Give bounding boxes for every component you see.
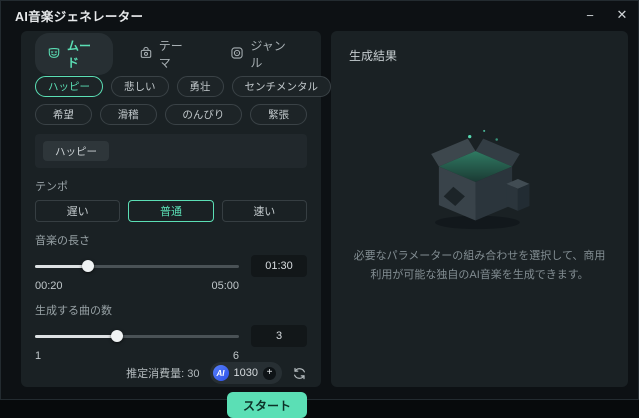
mood-chip-comical[interactable]: 滑稽 bbox=[100, 104, 157, 125]
empty-state-text: 必要なパラメーターの組み合わせを選択して、商用 利用が可能な独自のAI音楽を生成… bbox=[346, 247, 613, 286]
theme-bag-icon bbox=[139, 46, 153, 63]
category-tabs: ムード テーマ bbox=[35, 41, 307, 67]
music-length-value[interactable]: 01:30 bbox=[251, 255, 307, 277]
tempo-fast-button[interactable]: 速い bbox=[222, 200, 307, 222]
window-title: AI音楽ジェネレーター bbox=[15, 6, 143, 25]
mood-chip-relaxed[interactable]: のんびり bbox=[165, 104, 243, 125]
add-credits-icon[interactable]: + bbox=[263, 367, 276, 380]
music-length-label: 音楽の長さ bbox=[35, 232, 307, 248]
mood-chip-heroic[interactable]: 勇壮 bbox=[177, 76, 224, 97]
refresh-credits-icon[interactable] bbox=[292, 366, 307, 381]
estimated-consumption: 推定消費量: 30 bbox=[126, 365, 199, 381]
slider-fill bbox=[35, 335, 117, 338]
parameters-panel: ムード テーマ bbox=[21, 31, 321, 387]
minimize-icon: − bbox=[586, 8, 594, 23]
window-controls: − ✕ bbox=[574, 1, 638, 29]
tempo-label: テンポ bbox=[35, 178, 307, 194]
close-button[interactable]: ✕ bbox=[606, 1, 638, 29]
results-panel: 生成結果 bbox=[331, 31, 628, 387]
song-count-range: 1 6 bbox=[35, 350, 239, 362]
credit-balance: 1030 bbox=[234, 367, 258, 379]
mood-chip-tense[interactable]: 緊張 bbox=[250, 104, 307, 125]
slider-thumb[interactable] bbox=[82, 260, 94, 272]
titlebar: AI音楽ジェネレーター − ✕ bbox=[1, 1, 638, 29]
tempo-options: 遅い 普通 速い bbox=[35, 200, 307, 222]
tab-mood-label: ムード bbox=[67, 37, 101, 71]
ai-music-generator-dialog: AI音楽ジェネレーター − ✕ ムード bbox=[0, 0, 639, 400]
music-length-min: 00:20 bbox=[35, 280, 63, 292]
slider-fill bbox=[35, 265, 88, 268]
music-length-range: 00:20 05:00 bbox=[35, 280, 239, 292]
minimize-button[interactable]: − bbox=[574, 1, 606, 29]
mood-chip-hope[interactable]: 希望 bbox=[35, 104, 92, 125]
empty-state-line2: 利用が可能な独自のAI音楽を生成できます。 bbox=[346, 266, 613, 285]
selected-tag[interactable]: ハッピー bbox=[43, 141, 109, 161]
mood-chip-happy[interactable]: ハッピー bbox=[35, 76, 103, 97]
tab-theme-label: テーマ bbox=[159, 37, 193, 71]
song-count-value[interactable]: 3 bbox=[251, 325, 307, 347]
start-button[interactable]: スタート bbox=[227, 392, 307, 418]
genre-disc-icon bbox=[230, 46, 244, 63]
mood-options: ハッピー 悲しい 勇壮 センチメンタル 希望 滑稽 のんびり 緊張 bbox=[35, 76, 307, 125]
ai-credits-pill[interactable]: AI 1030 + bbox=[210, 362, 282, 384]
empty-box-illustration bbox=[409, 126, 549, 232]
credits-row: 推定消費量: 30 AI 1030 + bbox=[35, 362, 307, 384]
song-count-min: 1 bbox=[35, 350, 41, 362]
song-count-slider[interactable] bbox=[35, 330, 239, 342]
song-count-max: 6 bbox=[233, 350, 239, 362]
song-count-row: 3 bbox=[35, 325, 307, 347]
dialog-content: ムード テーマ bbox=[1, 29, 638, 401]
music-length-slider[interactable] bbox=[35, 260, 239, 272]
tempo-slow-button[interactable]: 遅い bbox=[35, 200, 120, 222]
tempo-normal-button[interactable]: 普通 bbox=[128, 200, 213, 222]
tab-mood[interactable]: ムード bbox=[35, 33, 113, 75]
results-title: 生成結果 bbox=[349, 47, 610, 64]
close-icon: ✕ bbox=[617, 7, 628, 23]
empty-state-line1: 必要なパラメーターの組み合わせを選択して、商用 bbox=[346, 247, 613, 266]
mood-chip-sad[interactable]: 悲しい bbox=[111, 76, 169, 97]
ai-credit-icon: AI bbox=[213, 365, 229, 381]
start-row: スタート bbox=[35, 392, 307, 418]
tab-theme[interactable]: テーマ bbox=[127, 33, 205, 75]
mood-mask-icon bbox=[47, 46, 61, 63]
empty-state: 必要なパラメーターの組み合わせを選択して、商用 利用が可能な独自のAI音楽を生成… bbox=[346, 126, 613, 286]
song-count-label: 生成する曲の数 bbox=[35, 302, 307, 318]
tab-genre-label: ジャンル bbox=[250, 37, 295, 71]
music-length-max: 05:00 bbox=[211, 280, 239, 292]
music-length-row: 01:30 bbox=[35, 255, 307, 277]
slider-thumb[interactable] bbox=[111, 330, 123, 342]
tab-genre[interactable]: ジャンル bbox=[218, 33, 307, 75]
mood-chip-sentimental[interactable]: センチメンタル bbox=[232, 76, 332, 97]
selected-tags-input[interactable]: ハッピー bbox=[35, 134, 307, 168]
